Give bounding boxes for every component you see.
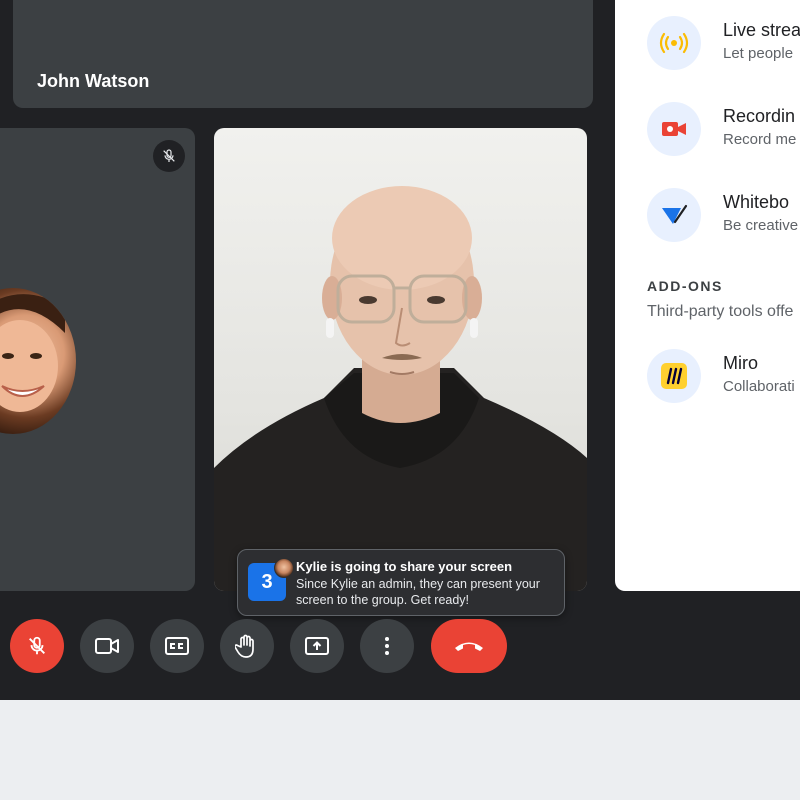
miro-icon — [647, 349, 701, 403]
closed-captions-icon — [165, 637, 189, 655]
screen-share-toast: 3 Kylie is going to share your screen Si… — [237, 549, 565, 616]
activities-panel: Live strea Let people Recordin Record me — [615, 0, 800, 591]
panel-item-title: Whitebo — [723, 192, 790, 212]
present-screen-button[interactable] — [290, 619, 344, 673]
captions-button[interactable] — [150, 619, 204, 673]
whiteboard-icon — [647, 188, 701, 242]
raise-hand-button[interactable] — [220, 619, 274, 673]
call-end-icon — [455, 642, 483, 651]
panel-item-recording[interactable]: Recordin Record me — [647, 102, 800, 158]
participant-tile-top[interactable]: John Watson — [13, 0, 593, 108]
leave-call-button[interactable] — [431, 619, 507, 673]
raise-hand-icon — [235, 634, 254, 658]
addons-heading: ADD-ONS — [647, 278, 723, 294]
participant-tile-left[interactable] — [0, 128, 195, 591]
participant-video — [214, 186, 587, 591]
panel-item-subtitle: Let people — [723, 45, 794, 62]
participant-avatar — [0, 288, 76, 434]
more-vert-icon — [385, 637, 389, 655]
meeting-stage: John Watson 3 Kylie is going to share yo… — [0, 0, 800, 700]
panel-item-subtitle: Record me — [723, 131, 797, 148]
live-stream-icon — [647, 16, 701, 70]
page-footer-area — [0, 700, 800, 800]
muted-badge — [153, 140, 185, 172]
camera-toggle-button[interactable] — [80, 619, 134, 673]
panel-item-whiteboard[interactable]: Whitebo Be creative — [647, 188, 800, 244]
presenter-avatar — [274, 558, 294, 578]
panel-item-title: Miro — [723, 353, 758, 373]
mic-off-icon — [163, 149, 175, 162]
panel-item-subtitle: Collaborati — [723, 378, 795, 395]
panel-item-miro[interactable]: Miro Collaborati — [647, 349, 800, 405]
present-screen-icon — [305, 637, 329, 655]
panel-item-title: Live strea — [723, 20, 800, 40]
participant-name: John Watson — [37, 71, 150, 91]
toast-title: Kylie is going to share your screen — [296, 559, 513, 574]
mic-toggle-button[interactable] — [10, 619, 64, 673]
addons-description: Third-party tools offe — [647, 303, 794, 320]
panel-item-live-stream[interactable]: Live strea Let people — [647, 16, 800, 72]
recording-icon — [647, 102, 701, 156]
mic-off-icon — [29, 636, 45, 655]
panel-item-title: Recordin — [723, 106, 796, 126]
more-options-button[interactable] — [360, 619, 414, 673]
participant-tile-center[interactable] — [214, 128, 587, 591]
videocam-icon — [95, 638, 119, 654]
panel-item-subtitle: Be creative — [723, 217, 799, 234]
toast-message: Since Kylie an admin, they can present y… — [296, 577, 540, 607]
